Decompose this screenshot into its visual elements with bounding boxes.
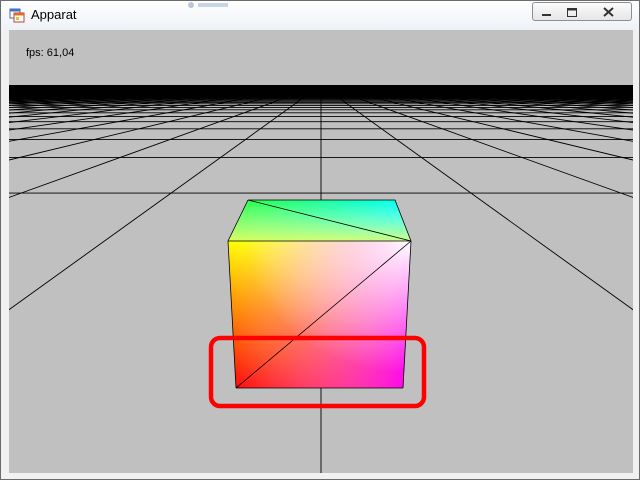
fps-counter: fps: 61,04: [26, 47, 75, 59]
scene-canvas[interactable]: [9, 30, 633, 473]
app-window-icon[interactable]: [9, 7, 25, 23]
maximize-icon: [567, 8, 577, 17]
horizon-band: [9, 85, 633, 89]
window-title: Apparat: [31, 7, 77, 22]
maximize-button[interactable]: [558, 2, 586, 21]
background-window-text: [188, 2, 228, 8]
minimize-icon: [542, 14, 551, 16]
close-icon: [603, 7, 614, 17]
color-cube: [227, 199, 412, 389]
minimize-button[interactable]: [532, 2, 559, 21]
app-window: Apparat fps: 61,04: [0, 0, 640, 480]
3d-viewport[interactable]: fps: 61,04: [9, 30, 633, 473]
close-button[interactable]: [585, 2, 632, 21]
title-bar[interactable]: Apparat: [1, 1, 639, 29]
